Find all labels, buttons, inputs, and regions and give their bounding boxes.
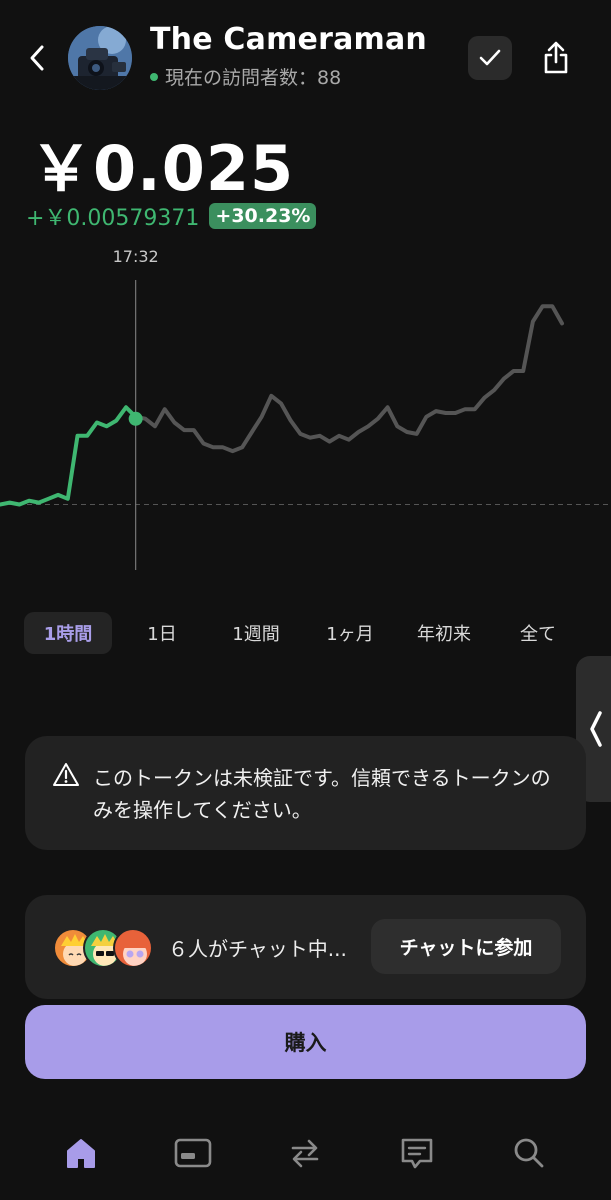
tab-wallet[interactable]: [168, 1128, 218, 1178]
back-button[interactable]: [22, 40, 52, 76]
chevron-left-icon: [590, 711, 602, 747]
range-tab-1w[interactable]: 1週間: [212, 612, 300, 654]
current-price: ￥0.025: [30, 132, 295, 205]
price-change-percent-badge: +30.23%: [209, 203, 317, 229]
range-tab-all[interactable]: 全て: [494, 612, 582, 654]
bottom-tab-bar: [0, 1110, 611, 1190]
checkmark-icon: [479, 49, 501, 66]
verify-button[interactable]: [468, 36, 512, 80]
price-change: +￥0.00579371 +30.23%: [26, 200, 317, 232]
warning-icon: [53, 763, 79, 786]
range-tab-ytd[interactable]: 年初来: [400, 612, 488, 654]
tab-home[interactable]: [56, 1128, 106, 1178]
buy-button[interactable]: 購入: [25, 1005, 586, 1079]
share-button[interactable]: [534, 36, 578, 80]
range-tab-1h[interactable]: 1時間: [24, 612, 112, 654]
join-chat-button[interactable]: チャットに参加: [371, 919, 561, 974]
token-avatar-image: [68, 26, 132, 90]
tab-chat[interactable]: [392, 1128, 442, 1178]
chat-status-text: ６人がチャット中...: [168, 937, 347, 961]
chart-series-highlighted: [0, 405, 138, 507]
participant-avatar: [113, 928, 153, 968]
warning-message: このトークンは未検証です。信頼できるトークンのみを操作してください。: [93, 766, 551, 822]
unverified-token-warning: このトークンは未検証です。信頼できるトークンのみを操作してください。: [25, 736, 586, 850]
token-name: The Cameraman: [150, 22, 427, 57]
time-range-tabs: 1時間 1日 1週間 1ヶ月 年初来 全て: [24, 612, 586, 654]
home-icon: [67, 1139, 95, 1168]
price-change-absolute: +￥0.00579371: [26, 206, 200, 231]
range-tab-1m[interactable]: 1ヶ月: [306, 612, 394, 654]
chart-series-rest: [133, 304, 564, 454]
chevron-left-icon: [30, 45, 44, 71]
tab-search[interactable]: [504, 1128, 554, 1178]
online-indicator: [150, 72, 158, 81]
chart-crosshair-time: 17:32: [113, 247, 159, 266]
chat-card[interactable]: ６人がチャット中... チャットに参加: [25, 895, 586, 999]
search-icon: [514, 1138, 544, 1168]
share-icon: [544, 41, 568, 74]
wallet-icon: [174, 1138, 212, 1168]
visitor-count: 現在の訪問者数：88: [150, 63, 341, 90]
token-avatar: [68, 26, 132, 90]
chart-cursor-point[interactable]: [128, 411, 143, 426]
swap-icon: [291, 1139, 319, 1168]
range-tab-1d[interactable]: 1日: [118, 612, 206, 654]
visitor-count-label: 現在の訪問者数：88: [165, 67, 342, 89]
chat-icon: [401, 1138, 433, 1169]
price-chart[interactable]: 17:32: [0, 240, 611, 580]
tab-swap[interactable]: [280, 1128, 330, 1178]
